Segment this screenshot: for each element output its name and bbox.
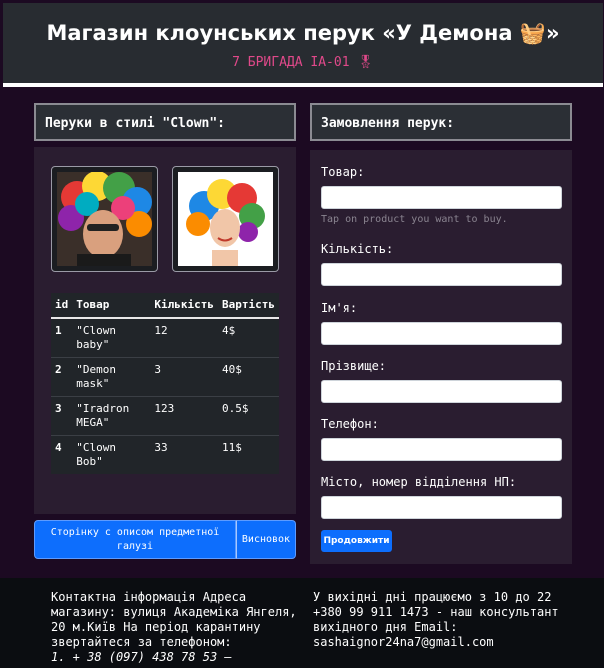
quantity-label: Кількість:: [321, 242, 394, 256]
products-table: id Товар Кількість Вартість 1 "Clown bab…: [51, 293, 279, 474]
cell-quantity: 12: [150, 317, 219, 358]
name-input[interactable]: [321, 322, 562, 345]
table-row[interactable]: 3 "Iradron MEGA" 123 0.5$: [51, 396, 279, 436]
city-label: Місто, номер відділення НП:: [321, 475, 517, 489]
cell-price: 11$: [218, 435, 279, 474]
phone-input[interactable]: [321, 438, 562, 461]
cell-price: 40$: [218, 357, 279, 397]
nav-button-group: Сторінку с описом предметної галузі Висн…: [34, 520, 296, 559]
order-panel-title: Замовлення перук:: [310, 103, 572, 141]
wigs-panel: id Товар Кількість Вартість 1 "Clown bab…: [34, 147, 296, 514]
page-footer: Контактна інформація Адреса магазину: ву…: [0, 578, 604, 668]
clown-woman-photo: [178, 172, 273, 266]
conclusions-button[interactable]: Висновок: [236, 520, 296, 559]
cell-quantity: 33: [150, 435, 219, 474]
column-header-product: Товар: [72, 293, 151, 319]
cell-price: 4$: [218, 317, 279, 358]
cell-id: 1: [51, 317, 73, 358]
cell-quantity: 123: [150, 396, 219, 436]
order-form: Товар: Tap on product you want to buy. К…: [310, 150, 572, 564]
cell-id: 2: [51, 357, 73, 397]
cell-product: "Iradron MEGA": [72, 396, 151, 436]
product-image-clown-man[interactable]: [51, 166, 158, 272]
table-row[interactable]: 2 "Demon mask" 3 40$: [51, 357, 279, 397]
footer-weekend-info: У вихідні дні працюємо з 10 до 22 +380 9…: [313, 590, 559, 649]
phone-label: Телефон:: [321, 417, 379, 431]
column-header-id: id: [51, 293, 73, 319]
cell-id: 4: [51, 435, 73, 474]
product-image-clown-woman[interactable]: [172, 166, 279, 272]
cell-product: "Demon mask": [72, 357, 151, 397]
continue-button[interactable]: Продовжити: [321, 530, 392, 552]
footer-contacts: Контактна інформація Адреса магазину: ву…: [51, 590, 301, 665]
clown-man-photo: [57, 172, 152, 266]
cell-product: "Clown Bob": [72, 435, 151, 474]
footer-address-text: Контактна інформація Адреса магазину: ву…: [51, 590, 297, 649]
surname-label: Прізвище:: [321, 359, 387, 373]
page-title: Магазин клоунських перук «У Демона 🧺»: [46, 21, 560, 45]
column-header-quantity: Кількість: [150, 293, 219, 319]
footer-phone-text: 1. + 38 (097) 438 78 53 —: [51, 650, 232, 664]
wigs-panel-title: Перуки в стилі "Clown":: [34, 103, 296, 141]
page-header: Магазин клоунських перук «У Демона 🧺» 7 …: [3, 3, 603, 87]
cell-quantity: 3: [150, 357, 219, 397]
quantity-input[interactable]: [321, 263, 562, 286]
cell-product: "Clown baby": [72, 317, 151, 358]
page-subtitle: 7 БРИГАДА ІА-01 🎖: [232, 55, 374, 70]
surname-input[interactable]: [321, 380, 562, 403]
table-header-row: id Товар Кількість Вартість: [51, 293, 279, 319]
column-header-price: Вартість: [218, 293, 279, 319]
product-label: Товар:: [321, 165, 365, 179]
cell-price: 0.5$: [218, 396, 279, 436]
table-row[interactable]: 1 "Clown baby" 12 4$: [51, 317, 279, 358]
product-hint: Tap on product you want to buy.: [321, 214, 508, 225]
table-row[interactable]: 4 "Clown Bob" 33 11$: [51, 435, 279, 474]
name-label: Ім'я:: [321, 301, 358, 315]
domain-page-button[interactable]: Сторінку с описом предметної галузі: [34, 520, 236, 559]
city-input[interactable]: [321, 496, 562, 519]
product-input[interactable]: [321, 186, 562, 209]
cell-id: 3: [51, 396, 73, 436]
